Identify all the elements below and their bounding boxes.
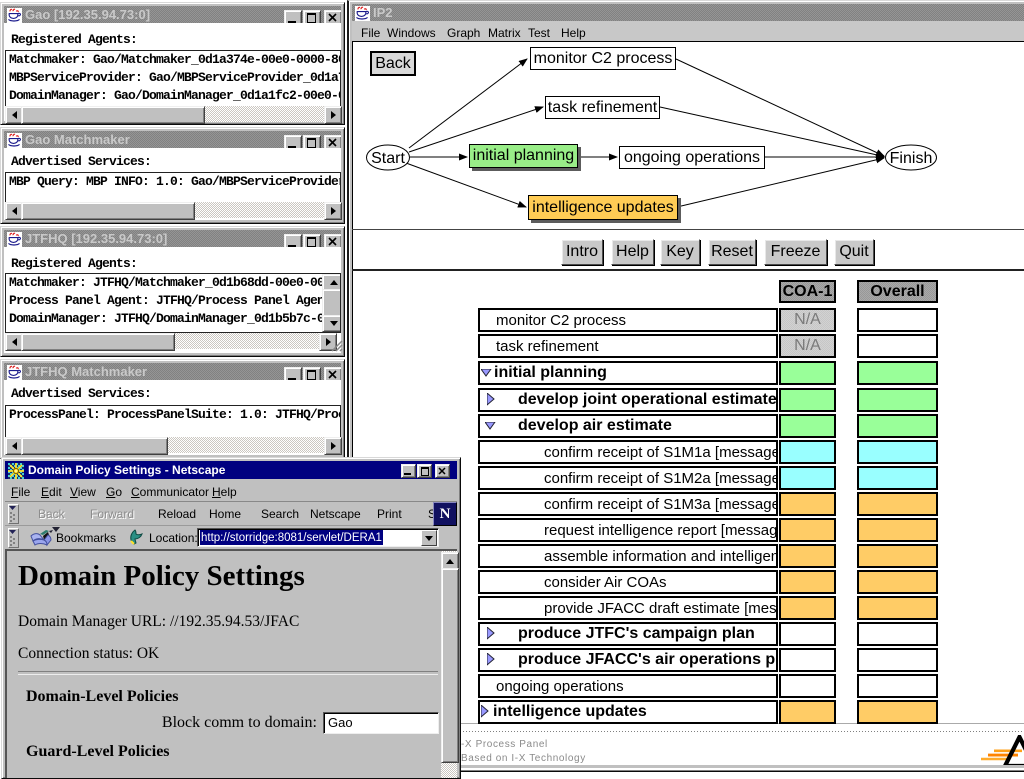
svg-text:Start: Start: [371, 150, 405, 167]
svg-text:Finish: Finish: [890, 150, 933, 167]
